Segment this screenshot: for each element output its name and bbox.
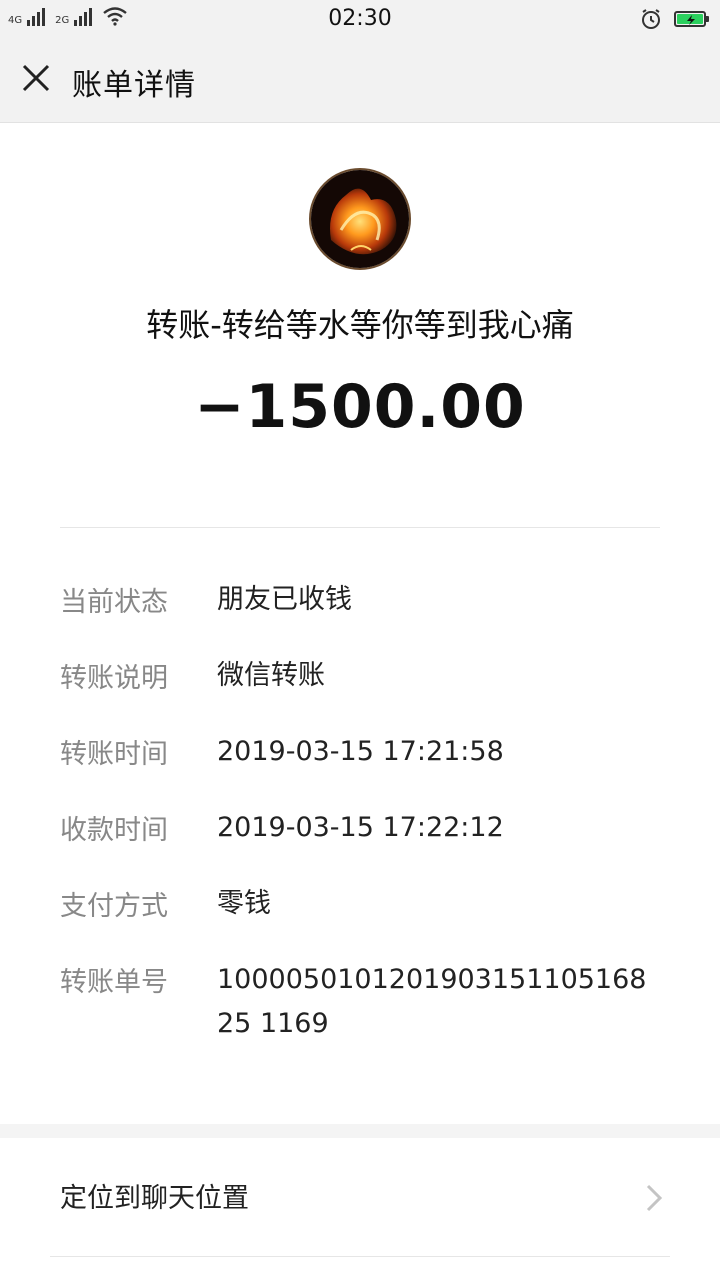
- page-title: 账单详情: [72, 68, 196, 103]
- detail-value: 2019-03-15 17:22:12: [217, 812, 504, 843]
- detail-value: 2019-03-15 17:21:58: [217, 736, 504, 767]
- divider: [60, 527, 660, 528]
- detail-label: 当前状态: [60, 587, 168, 618]
- detail-value: 100005010120190315110516825 1169: [217, 964, 647, 1039]
- battery-charging-icon: [674, 11, 709, 27]
- avatar-image: [311, 170, 409, 268]
- status-time: 02:30: [328, 6, 392, 31]
- avatar: [309, 168, 411, 270]
- nav-bar: 账单详情: [0, 38, 720, 123]
- detail-value: 朋友已收钱: [217, 584, 352, 615]
- detail-label: 转账说明: [60, 663, 168, 694]
- close-icon: [22, 64, 50, 92]
- chevron-right-icon: [646, 1184, 663, 1212]
- status-right: [640, 8, 709, 30]
- locate-chat-label: 定位到聊天位置: [60, 1183, 249, 1214]
- close-button[interactable]: [16, 58, 56, 98]
- transfer-amount: −1500.00: [194, 372, 526, 442]
- detail-label: 转账单号: [60, 967, 168, 998]
- locate-chat-button[interactable]: 定位到聊天位置: [0, 1138, 720, 1258]
- transfer-title: 转账-转给等水等你等到我心痛: [146, 306, 574, 344]
- detail-value: 微信转账: [217, 660, 325, 691]
- detail-value: 零钱: [217, 888, 271, 919]
- section-gap: [0, 1124, 720, 1138]
- alarm-icon: [642, 9, 660, 29]
- divider: [50, 1256, 670, 1257]
- detail-label: 支付方式: [60, 891, 168, 922]
- detail-label: 转账时间: [60, 739, 168, 770]
- status-bar: 4G 2G 02:30: [0, 0, 720, 38]
- detail-label: 收款时间: [60, 815, 168, 846]
